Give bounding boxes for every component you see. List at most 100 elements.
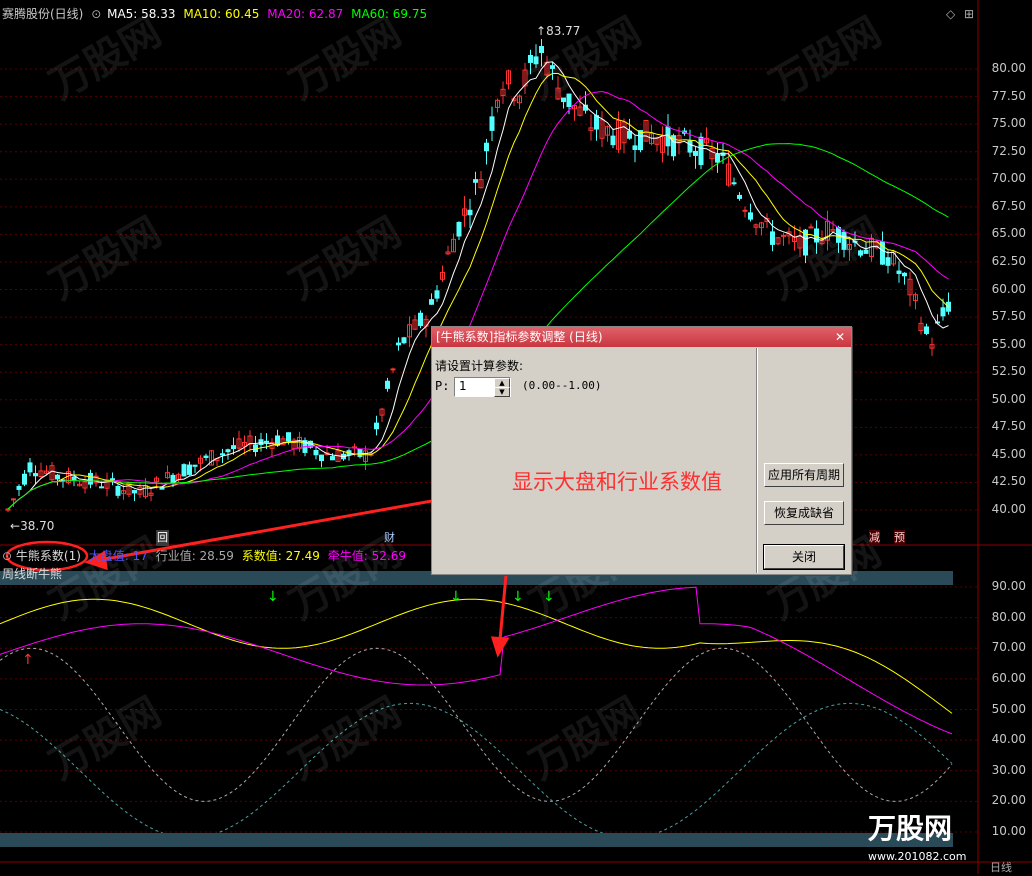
candle-body <box>885 257 891 266</box>
candle-body <box>357 448 363 457</box>
candle-body <box>401 337 407 344</box>
ma20-value: MA20: 62.87 <box>267 7 344 21</box>
price-tick-label: 40.00 <box>991 502 1026 516</box>
param-label: P: <box>435 379 450 393</box>
candle-body <box>55 474 60 480</box>
price-tick-label: 57.50 <box>991 309 1026 324</box>
dialog-title: [牛熊系数]指标参数调整 (日线) <box>436 330 603 344</box>
candle-body <box>693 150 698 156</box>
price-tick-label: 75.00 <box>991 116 1026 131</box>
param-range: (0.00--1.00) <box>522 379 602 392</box>
candle-body <box>781 234 786 237</box>
candle-body <box>225 449 231 453</box>
xishu-value: 系数值: 27.49 <box>241 549 320 563</box>
spin-down-icon[interactable]: ▼ <box>494 387 510 397</box>
qianniu-value: 牵牛值: 52.69 <box>327 549 406 563</box>
candle-body <box>632 145 638 150</box>
candle-body <box>181 464 187 477</box>
candle-body <box>902 272 907 277</box>
marker-jian[interactable]: 减 <box>869 530 880 546</box>
watermark-text: 万股网 <box>762 9 889 109</box>
low-price-label: ←38.70 <box>10 519 55 533</box>
candle-body <box>390 368 396 371</box>
indicator-toggle-icon[interactable]: ⊙ <box>2 549 12 563</box>
watermark-text: 万股网 <box>282 209 409 309</box>
ma60-value: MA60: 69.75 <box>351 7 428 21</box>
indicator-tick-label: 70.00 <box>991 640 1026 655</box>
indicator-bottom-band <box>0 833 953 847</box>
candle-body <box>940 307 946 317</box>
candle-body <box>192 464 198 467</box>
high-price-value: 83.77 <box>546 24 581 38</box>
indicator-header: ⊙ 牛熊系数(1) 大盘值: 17 行业值: 28.59 系数值: 27.49 … <box>2 548 406 564</box>
up-arrow-icon: ↑ <box>22 652 34 668</box>
candle-body <box>330 456 335 461</box>
candle-body <box>374 422 379 430</box>
header-toggle-icon[interactable]: ⊙ <box>91 7 101 21</box>
stock-name: 赛腾股份(日线) <box>2 7 84 21</box>
settings-icon[interactable]: ⊞ <box>964 6 974 22</box>
candle-body <box>687 140 693 153</box>
price-tick-label: 60.00 <box>991 281 1026 296</box>
price-tick-label: 72.50 <box>991 143 1026 158</box>
candle-body <box>286 432 291 442</box>
price-tick-label: 62.50 <box>991 253 1026 268</box>
candle-body <box>924 326 929 334</box>
candle-body <box>418 312 423 327</box>
watermark-logo: 万股网 <box>868 812 952 845</box>
candle-body <box>429 299 434 305</box>
price-tick-label: 65.00 <box>991 226 1026 241</box>
param-prompt: 请设置计算参数: <box>435 359 524 373</box>
candle-body <box>16 485 22 490</box>
indicator-tick-label: 90.00 <box>991 579 1026 593</box>
apply-all-periods-button[interactable]: 应用所有周期 <box>764 463 844 487</box>
price-tick-label: 42.50 <box>991 474 1026 489</box>
candle-body <box>132 490 137 494</box>
close-button[interactable]: 关闭 <box>763 544 845 570</box>
watermark-text: 万股网 <box>42 9 169 109</box>
candle-body <box>627 130 632 139</box>
candle-body <box>385 380 390 389</box>
indicator-tick-label: 80.00 <box>991 609 1026 624</box>
indicator-tick-label: 20.00 <box>991 793 1026 808</box>
hangye-value: 行业值: 28.59 <box>155 549 234 563</box>
param-input[interactable]: 1 <box>459 379 467 393</box>
candle-body <box>203 455 209 458</box>
indicator-tick-label: 30.00 <box>991 762 1026 777</box>
price-tick-label: 50.00 <box>991 391 1026 406</box>
price-tick-label: 55.00 <box>991 336 1026 351</box>
watermark-text: 万股网 <box>522 689 649 789</box>
candle-body <box>253 444 258 452</box>
marker-hui[interactable]: 回 <box>156 530 169 546</box>
diamond-icon[interactable]: ◇ <box>946 6 955 22</box>
dialog-close-icon[interactable]: ✕ <box>833 330 847 344</box>
candle-body <box>33 473 38 477</box>
param-spinner[interactable]: 1 ▲ ▼ <box>454 377 511 397</box>
dapan-value: 大盘值: 17 <box>88 549 148 563</box>
candle-body <box>396 342 401 346</box>
price-tick-label: 80.00 <box>991 61 1026 75</box>
dialog-body: 请设置计算参数: P: 1 ▲ ▼ (0.00--1.00) <box>432 348 757 573</box>
indicator-tick-label: 10.00 <box>991 824 1026 838</box>
candle-body <box>742 209 748 212</box>
candle-body <box>808 226 814 229</box>
candle-body <box>456 221 462 237</box>
watermark-url: www.201082.com <box>868 850 966 863</box>
watermark-text: 万股网 <box>42 209 169 309</box>
candle-body <box>638 130 643 151</box>
down-arrow-icon: ↓ <box>512 589 524 605</box>
candle-body <box>748 212 753 220</box>
dialog-titlebar[interactable]: [牛熊系数]指标参数调整 (日线) ✕ <box>432 327 851 347</box>
marker-cai[interactable]: 财 <box>384 530 395 546</box>
marker-yu[interactable]: 预 <box>894 530 905 546</box>
price-tick-label: 47.50 <box>991 419 1026 434</box>
indicator-name[interactable]: 牛熊系数(1) <box>16 549 81 563</box>
candle-body <box>319 454 324 462</box>
candle-body <box>539 46 544 53</box>
restore-default-button[interactable]: 恢复成缺省 <box>764 501 844 525</box>
ma10-value: MA10: 60.45 <box>183 7 260 21</box>
indicator-subtitle: 周线断牛熊 <box>2 567 63 581</box>
indicator-tick-label: 40.00 <box>991 732 1026 747</box>
candle-body <box>594 115 599 130</box>
candle-body <box>110 478 115 481</box>
